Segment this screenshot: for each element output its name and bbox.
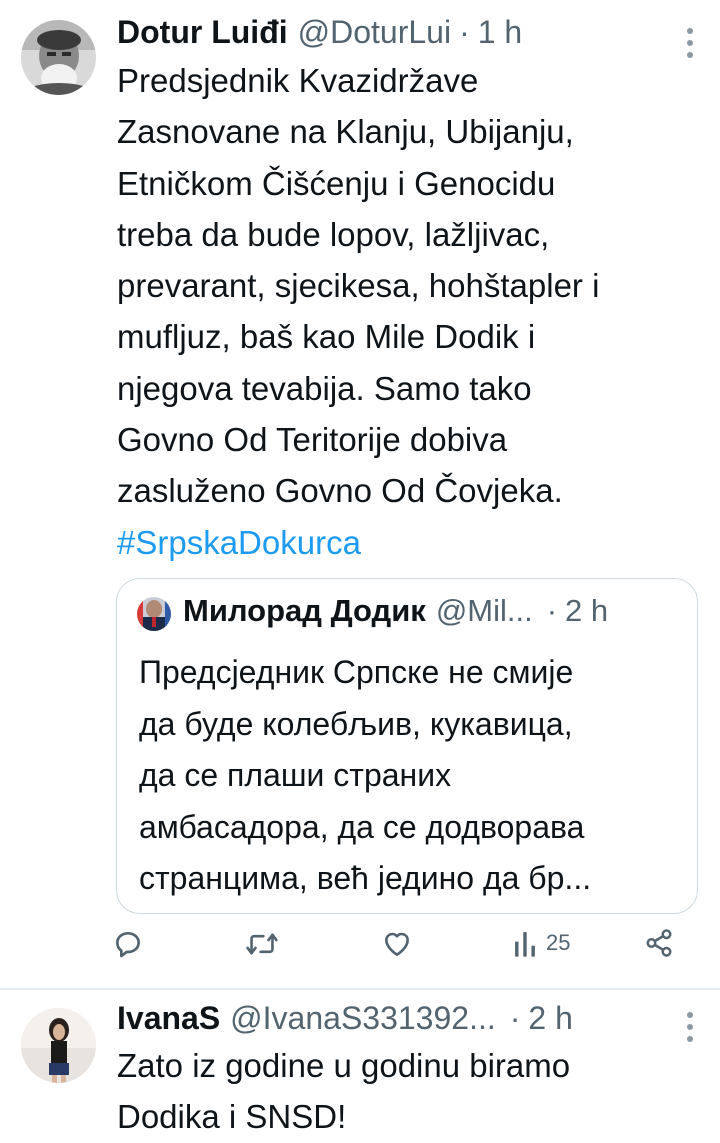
tweet-text-line: Predsjednik Kvazidržave — [117, 62, 479, 99]
hashtag-link[interactable]: #SrpskaDokurca — [117, 517, 702, 568]
quoted-text: Предсједник Српске не смије да буде коле… — [139, 647, 689, 905]
author-name[interactable]: IvanaS — [117, 1000, 220, 1037]
share-button[interactable] — [644, 928, 674, 958]
tweet-text-line: Dodika i SNSD! — [117, 1098, 347, 1136]
separator-dot: · — [459, 14, 470, 50]
separator-dot: · — [509, 1000, 521, 1036]
quoted-header: Милорад Додик @Mil... · 2 h — [183, 593, 608, 629]
like-button[interactable] — [381, 928, 413, 960]
tweet-text-line: Govno Od Teritorije dobiva — [117, 421, 508, 459]
author-handle[interactable]: @DoturLui — [298, 14, 451, 51]
views-button[interactable]: 25 — [512, 928, 570, 958]
reply-button[interactable] — [112, 928, 144, 960]
quoted-text-line: Предсједник Српске не смије — [139, 654, 574, 690]
retweet-button[interactable] — [245, 928, 279, 960]
quoted-timestamp: 2 h — [565, 593, 609, 628]
author-name[interactable]: Dotur Luiđi — [117, 14, 288, 51]
author-handle[interactable]: @IvanaS331392... — [230, 1000, 496, 1037]
tweet-text: Zato iz godine u godinu biramo Dodika i … — [117, 1040, 702, 1143]
avatar[interactable] — [21, 20, 96, 95]
tweet-text-line: Etničkom Čišćenju i Genocidu — [117, 164, 556, 202]
tweet-text-line: njegova tevabija. Samo tako — [117, 369, 532, 407]
views-count: 25 — [546, 930, 571, 955]
more-options-icon[interactable] — [686, 28, 694, 58]
tweet[interactable]: IvanaS @IvanaS331392... · 2 h Zato iz go… — [0, 990, 720, 1143]
quoted-author-handle: @Mil... — [435, 593, 533, 628]
reply-icon — [116, 932, 140, 958]
heart-icon — [385, 932, 409, 956]
tweet-header: Dotur Luiđi @DoturLui · 1 h — [117, 14, 522, 51]
timestamp[interactable]: 1 h — [478, 14, 522, 51]
tweet-text: Predsjednik Kvazidržave Zasnovane na Kla… — [117, 55, 702, 568]
tweet[interactable]: Dotur Luiđi @DoturLui · 1 h Predsjednik … — [0, 0, 720, 988]
share-icon — [646, 929, 672, 957]
quoted-tweet[interactable]: Милорад Додик @Mil... · 2 h Предсједник … — [116, 578, 698, 914]
tweet-text-line: treba da bude lopov, lažljivac, — [117, 215, 550, 253]
avatar[interactable] — [21, 1008, 96, 1083]
quoted-text-line: амбасадора, да се додворава — [139, 808, 585, 845]
tweet-text-line: Zato iz godine u godinu biramo — [117, 1047, 571, 1084]
quoted-text-line: да се плаши страних — [139, 757, 452, 793]
more-options-icon[interactable] — [686, 1012, 694, 1042]
quoted-author-name: Милорад Додик — [183, 593, 426, 628]
tweet-header: IvanaS @IvanaS331392... · 2 h — [117, 1000, 573, 1037]
tweet-text-line: prevarant, sjecikesa, hohštapler i — [117, 267, 600, 305]
quoted-text-line: да буде колебљив, кукавица, — [139, 705, 573, 742]
retweet-icon — [246, 933, 278, 955]
tweet-text-line: zasluženo Govno Od Čovjeka. — [117, 472, 563, 510]
separator-dot: · — [546, 593, 558, 628]
tweet-text-line: mufljuz, baš kao Mile Dodik i — [117, 318, 536, 356]
tweet-text-line: Zasnovane na Klanju, Ubijanju, — [117, 113, 574, 151]
timestamp[interactable]: 2 h — [528, 1000, 572, 1037]
action-bar: 25 — [0, 928, 720, 972]
quoted-text-line: странцима, већ једино да бр... — [139, 860, 592, 896]
quoted-avatar[interactable] — [137, 597, 171, 631]
views-icon — [515, 932, 535, 957]
